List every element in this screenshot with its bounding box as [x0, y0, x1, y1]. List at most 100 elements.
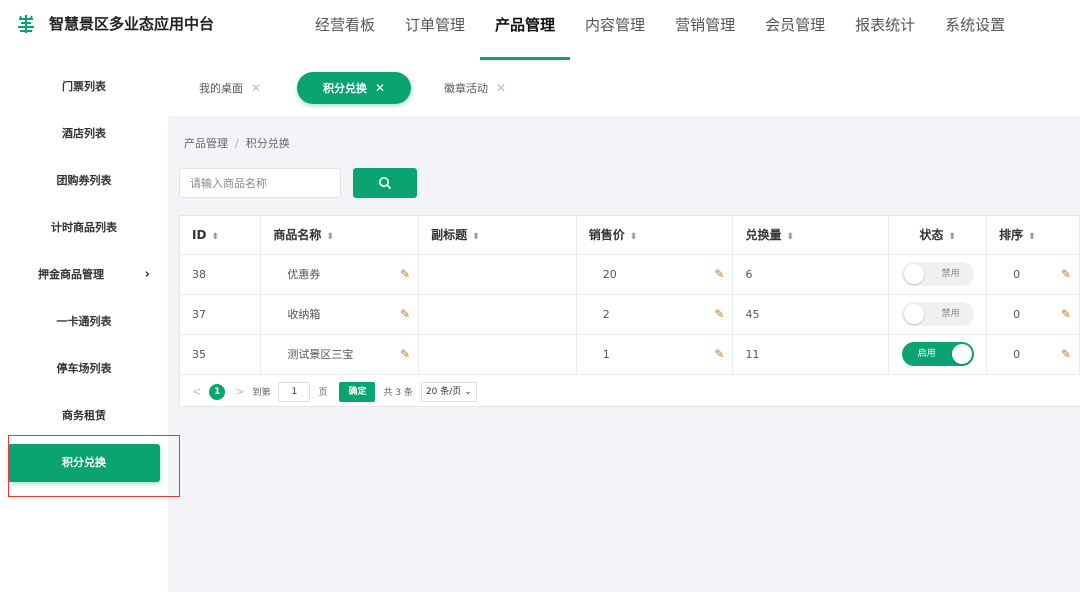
sort-icon[interactable]: ⬍	[472, 232, 480, 242]
column-header-sort[interactable]: 排序 ⬍	[986, 216, 1080, 255]
confirm-button[interactable]: 确定	[339, 381, 376, 402]
column-header-subtitle[interactable]: 副标题 ⬍	[418, 216, 577, 255]
breadcrumb-parent[interactable]: 产品管理	[184, 137, 228, 150]
nav-item-members[interactable]: 会员管理	[750, 0, 840, 60]
page-size-value: 20 条/页	[425, 386, 462, 397]
toggle-label: 禁用	[941, 269, 960, 279]
data-table: ID ⬍ 商品名称 ⬍ 副标题 ⬍ 销售价 ⬍ 兑换量 ⬍ 状态 ⬍ 排序 ⬍ 38 优惠券 ✎…	[179, 215, 1080, 407]
tab-badge-activity[interactable]: 徽章活动 ✕	[444, 72, 506, 104]
page-size-select[interactable]: 20 条/页 ⌄	[420, 381, 477, 402]
cell-name: 测试景区三宝 ✎	[260, 334, 420, 375]
breadcrumb-separator: /	[235, 137, 239, 150]
cell-price: 20 ✎	[576, 254, 734, 295]
close-icon[interactable]: ✕	[496, 81, 506, 95]
tab-points-exchange[interactable]: 积分兑换 ✕	[297, 72, 411, 104]
breadcrumb: 产品管理 / 积分兑换	[184, 135, 290, 151]
column-header-status[interactable]: 状态 ⬍	[888, 216, 988, 255]
prev-page-icon[interactable]: <	[192, 385, 201, 398]
pencil-icon[interactable]: ✎	[1061, 347, 1071, 361]
sort-icon[interactable]: ⬍	[948, 232, 956, 242]
pencil-icon[interactable]: ✎	[714, 307, 724, 321]
goto-page-input[interactable]	[278, 381, 311, 402]
status-toggle[interactable]: 禁用	[901, 262, 974, 286]
sort-icon[interactable]: ⬍	[1028, 232, 1036, 242]
sidebar-item-deposit-products[interactable]: 押金商品管理 ›	[0, 255, 168, 295]
pencil-icon[interactable]: ✎	[714, 347, 724, 361]
cell-subtitle	[418, 254, 577, 295]
cell-status: 禁用	[888, 294, 988, 335]
cell-status: 启用	[888, 334, 988, 375]
pencil-icon[interactable]: ✎	[400, 307, 410, 321]
search-input[interactable]	[179, 168, 341, 198]
sidebar-item-parking[interactable]: 停车场列表	[0, 349, 168, 389]
sort-icon[interactable]: ⬍	[211, 232, 219, 242]
main-nav: 经营看板 订单管理 产品管理 内容管理 营销管理 会员管理 报表统计 系统设置	[300, 0, 1020, 60]
column-header-exchanged[interactable]: 兑换量 ⬍	[732, 216, 890, 255]
column-label: ID	[192, 227, 207, 242]
sidebar-item-one-card[interactable]: 一卡通列表	[0, 302, 168, 342]
tab-label: 我的桌面	[199, 82, 243, 95]
column-label: 排序	[999, 228, 1024, 243]
cell-exchanged: 11	[732, 334, 890, 375]
column-header-id[interactable]: ID ⬍	[180, 216, 262, 255]
sidebar-item-group-coupons[interactable]: 团购券列表	[0, 161, 168, 201]
column-label: 商品名称	[273, 228, 322, 243]
cell-sort: 0 ✎	[986, 334, 1080, 375]
sidebar-item-tickets[interactable]: 门票列表	[0, 67, 168, 107]
nav-item-marketing[interactable]: 营销管理	[660, 0, 750, 60]
cell-price: 2 ✎	[576, 294, 734, 335]
sidebar-item-business-rental[interactable]: 商务租赁	[0, 396, 168, 436]
tab-label: 徽章活动	[444, 82, 488, 95]
main-content: 产品管理 / 积分兑换 ID ⬍ 商品名称 ⬍ 副标题 ⬍ 销售价 ⬍ 兑换量 ⬍ 状态 ⬍ 排…	[168, 116, 1080, 592]
search-button[interactable]	[353, 168, 417, 198]
close-icon[interactable]: ✕	[251, 81, 261, 95]
sort-icon[interactable]: ⬍	[787, 232, 795, 242]
chevron-down-icon: ⌄	[464, 386, 472, 397]
pencil-icon[interactable]: ✎	[1061, 307, 1071, 321]
status-toggle[interactable]: 启用	[901, 342, 974, 366]
sort-icon[interactable]: ⬍	[630, 232, 638, 242]
cell-value: 0	[1013, 347, 1021, 361]
pencil-icon[interactable]: ✎	[714, 267, 724, 281]
pagination: < 1 > 到第 页 确定 共 3 条 20 条/页 ⌄	[180, 376, 1080, 407]
cell-price: 1 ✎	[576, 334, 734, 375]
cell-sort: 0 ✎	[986, 294, 1080, 335]
next-page-icon[interactable]: >	[235, 385, 244, 398]
nav-item-orders[interactable]: 订单管理	[390, 0, 480, 60]
nav-item-reports[interactable]: 报表统计	[840, 0, 930, 60]
column-header-price[interactable]: 销售价 ⬍	[576, 216, 734, 255]
toggle-knob	[903, 264, 924, 284]
cell-value: 2	[602, 307, 610, 321]
pencil-icon[interactable]: ✎	[400, 267, 410, 281]
cell-name: 收纳箱 ✎	[260, 294, 420, 335]
table-row: 37 收纳箱 ✎ 2 ✎ 45 禁用 0 ✎	[180, 294, 1080, 335]
status-toggle[interactable]: 禁用	[901, 302, 974, 326]
nav-item-content[interactable]: 内容管理	[570, 0, 660, 60]
sort-icon[interactable]: ⬍	[326, 232, 334, 242]
column-label: 状态	[919, 228, 944, 243]
toggle-label: 禁用	[941, 309, 960, 319]
breadcrumb-current: 积分兑换	[245, 137, 290, 150]
cell-id: 37	[180, 294, 262, 335]
page-number-current[interactable]: 1	[209, 383, 226, 400]
cell-value: 收纳箱	[287, 308, 321, 321]
app-title: 智慧景区多业态应用中台	[49, 15, 215, 33]
page-suffix-label: 页	[318, 388, 328, 398]
toggle-knob	[903, 304, 924, 324]
sidebar-item-points-exchange[interactable]: 积分兑换	[8, 444, 160, 482]
sidebar-item-hotels[interactable]: 酒店列表	[0, 114, 168, 154]
pencil-icon[interactable]: ✎	[1061, 267, 1071, 281]
sidebar: 门票列表 酒店列表 团购券列表 计时商品列表 押金商品管理 › 一卡通列表 停车…	[0, 60, 168, 592]
column-header-name[interactable]: 商品名称 ⬍	[260, 216, 420, 255]
cell-id: 35	[180, 334, 262, 375]
cell-subtitle	[418, 294, 577, 335]
nav-item-settings[interactable]: 系统设置	[930, 0, 1020, 60]
tab-my-desktop[interactable]: 我的桌面 ✕	[199, 72, 261, 104]
tabs-bar: 我的桌面 ✕ 积分兑换 ✕ 徽章活动 ✕	[168, 60, 1080, 116]
nav-item-products[interactable]: 产品管理	[480, 0, 571, 60]
pencil-icon[interactable]: ✎	[400, 347, 410, 361]
nav-item-dashboard[interactable]: 经营看板	[300, 0, 390, 60]
sidebar-item-timed-products[interactable]: 计时商品列表	[0, 208, 168, 248]
close-icon[interactable]: ✕	[375, 81, 385, 95]
toggle-label: 启用	[917, 349, 936, 359]
